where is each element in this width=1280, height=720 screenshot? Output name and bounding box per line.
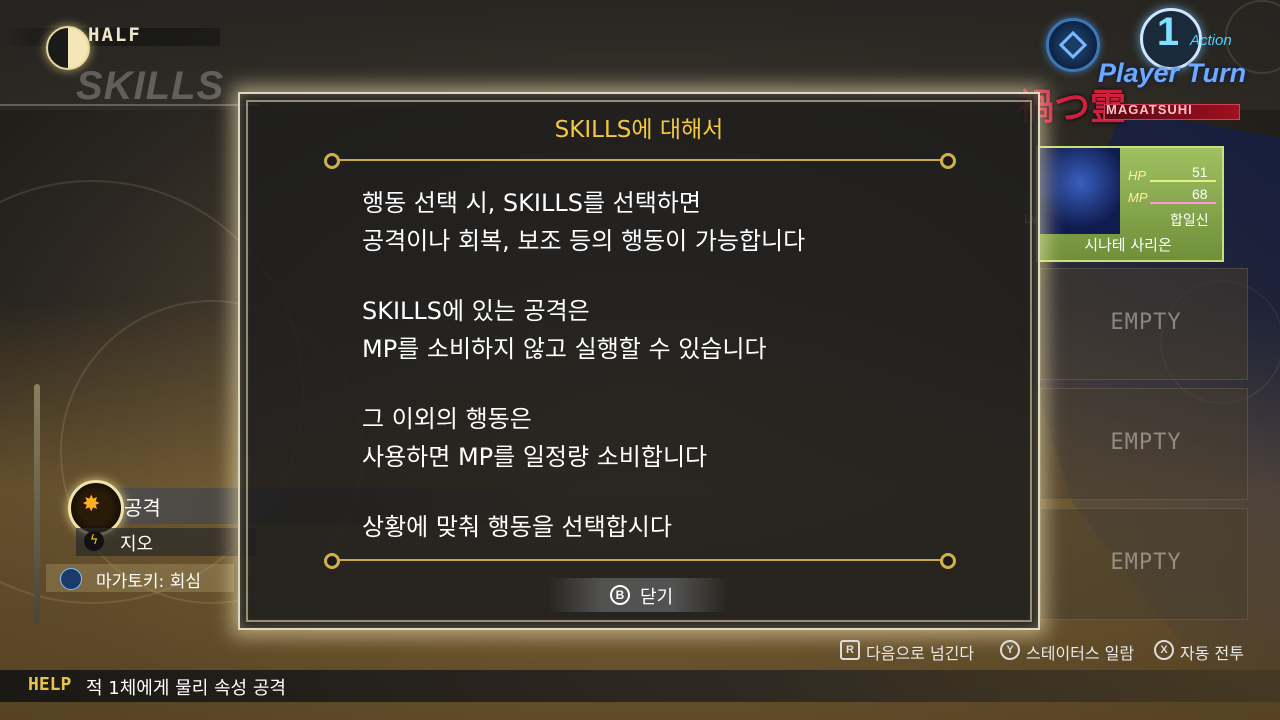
dialog-text-line: MP를 소비하지 않고 실행할 수 있습니다 (362, 335, 767, 363)
close-label: 닫기 (640, 587, 674, 608)
hp-value: 51 (1192, 164, 1208, 180)
divider-ornament (940, 553, 956, 569)
party-slot-label: EMPTY (1110, 550, 1182, 575)
member-class: 합일신 (1170, 213, 1209, 229)
help-text: 적 1체에게 물리 속성 공격 (86, 678, 286, 699)
divider-ornament (324, 153, 340, 169)
attack-icon: ✸ (82, 492, 101, 517)
divider-ornament (324, 553, 340, 569)
turn-count-value: 1 (1156, 10, 1180, 54)
magatoki-icon (60, 568, 82, 590)
press-turn-icon (1046, 18, 1100, 72)
dialog-divider-bottom (332, 559, 948, 561)
x-button-icon: X (1154, 640, 1174, 660)
mp-label: MP (1128, 190, 1148, 205)
hint-next[interactable]: 다음으로 넘긴다 (866, 640, 974, 664)
hint-status-list[interactable]: 스테이터스 일람 (1026, 640, 1134, 664)
command-scrollbar[interactable] (34, 384, 40, 624)
divider-ornament (940, 153, 956, 169)
help-tag: HELP (28, 674, 72, 695)
mp-value: 68 (1192, 186, 1208, 202)
menu-title: SKILLS (76, 64, 225, 108)
dialog-text-line: 행동 선택 시, SKILLS를 선택하면 (362, 189, 701, 217)
dialog-text-line: 공격이나 회복, 보조 등의 행동이 가능합니다 (362, 227, 806, 255)
r-button-icon: R (840, 640, 860, 660)
command-attack-label: 공격 (124, 496, 161, 520)
hp-bar (1150, 180, 1216, 182)
magatsuhi-label: MAGATSUHI (1106, 102, 1193, 117)
member-portrait (1040, 148, 1120, 234)
moon-phase-label: HALF (88, 24, 142, 46)
dialog-divider-top (332, 159, 948, 161)
command-zio-label: 지오 (120, 534, 154, 555)
title-divider (0, 104, 260, 106)
command-magatoki-label: 마가토키: 회심 (96, 572, 201, 592)
member-name: 시나테 사리온 (1084, 236, 1172, 254)
y-button-icon: Y (1000, 640, 1020, 660)
hint-auto-battle[interactable]: 자동 전투 (1180, 640, 1244, 664)
dialog-text-line: 사용하면 MP를 일정량 소비합니다 (362, 443, 708, 471)
dialog-text-line: SKILLS에 있는 공격은 (362, 297, 590, 325)
close-button[interactable] (548, 578, 728, 612)
b-button-icon: B (610, 585, 630, 605)
action-label: Action (1190, 32, 1232, 49)
dialog-title: SKILLS에 대해서 (554, 117, 724, 143)
mp-bar (1150, 202, 1216, 204)
party-slot-label: EMPTY (1110, 430, 1182, 455)
electric-icon: ϟ (84, 531, 104, 551)
dialog-text-line: 그 이외의 행동은 (362, 405, 532, 433)
hp-label: HP (1128, 168, 1147, 183)
dialog-text-line: 상황에 맞춰 행동을 선택합시다 (362, 513, 672, 541)
party-slot-label: EMPTY (1110, 310, 1182, 335)
